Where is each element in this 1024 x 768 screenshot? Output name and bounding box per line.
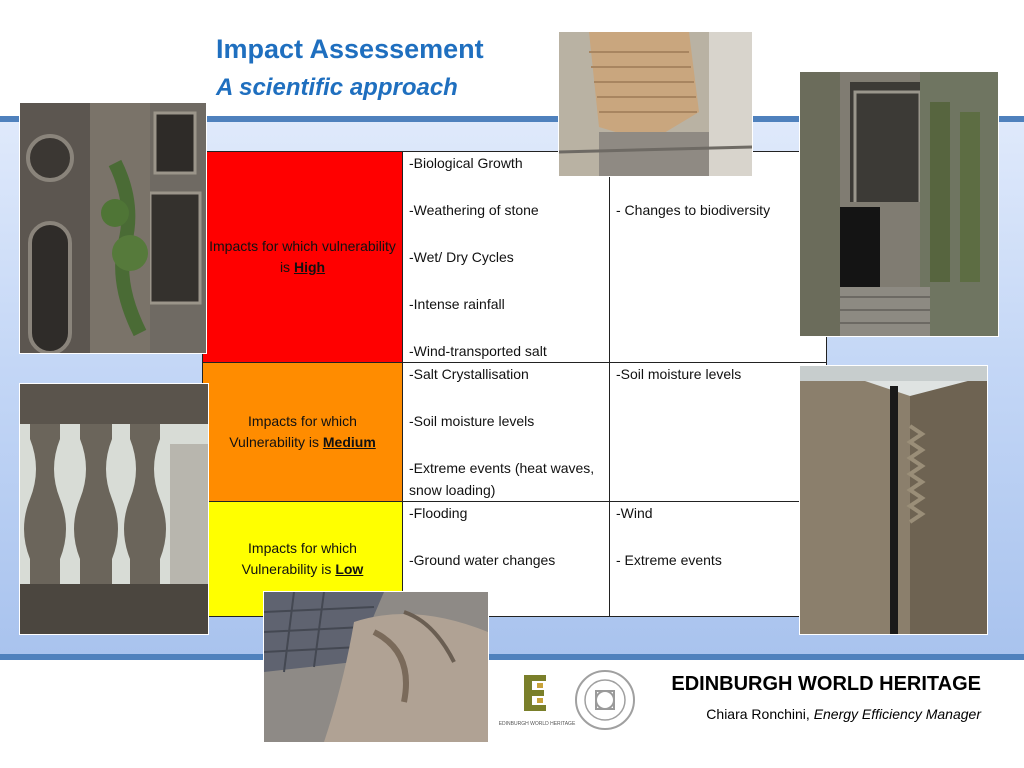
impact-list-cell: -Salt Crystallisation -Soil moisture lev… xyxy=(402,362,610,502)
slate-roof-photo xyxy=(264,592,488,742)
impact-list-cell: -Soil moisture levels xyxy=(609,362,827,502)
list-item: -Soil moisture levels xyxy=(616,366,742,382)
vulnerability-medium-cell: Impacts for which Vulnerability is Mediu… xyxy=(202,362,403,502)
balustrade-photo xyxy=(20,384,208,634)
list-item: -Weathering of stone xyxy=(409,202,539,218)
presenter-role: Energy Efficiency Manager xyxy=(813,706,981,722)
weathered-stone-photo xyxy=(559,32,752,176)
slide-title: Impact Assessement xyxy=(216,34,484,64)
level-label: High xyxy=(293,259,326,275)
list-item: -Extreme events (heat waves, snow loadin… xyxy=(409,460,595,498)
slide-subtitle: A scientific approach xyxy=(216,74,458,101)
impact-list-cell: -Wind - Extreme events xyxy=(609,501,827,617)
list-item: -Salt Crystallisation xyxy=(409,366,529,382)
presenter-name: Chiara Ronchini, xyxy=(706,706,810,722)
list-item: -Ground water changes xyxy=(409,552,556,568)
impact-table: Impacts for which vulnerability is High … xyxy=(202,151,827,617)
world-heritage-emblem-logo xyxy=(574,669,636,731)
list-item: - Changes to biodiversity xyxy=(616,202,771,218)
table-row: Impacts for which Vulnerability is Mediu… xyxy=(202,362,827,502)
table-row: Impacts for which vulnerability is High … xyxy=(202,151,827,363)
list-item: - Extreme events xyxy=(616,552,722,568)
logo-text: EDINBURGH WORLD HERITAGE xyxy=(499,721,576,727)
list-item: -Flooding xyxy=(409,505,468,521)
impact-list-cell: -Biological Growth -Weathering of stone … xyxy=(402,151,610,363)
mossy-entrance-photo xyxy=(800,72,998,336)
list-item: -Wind xyxy=(616,505,653,521)
corner-drainpipe-photo xyxy=(800,366,987,634)
edinburgh-world-heritage-logo: EDINBURGH WORLD HERITAGE xyxy=(497,671,577,731)
list-item: -Wet/ Dry Cycles xyxy=(409,249,514,265)
building-facade-photo xyxy=(20,103,206,353)
presenter-credit: Chiara Ronchini, Energy Efficiency Manag… xyxy=(706,706,981,722)
level-label: Low xyxy=(335,561,364,577)
organisation-name: EDINBURGH WORLD HERITAGE xyxy=(671,673,981,695)
impact-list-cell: - Changes to biodiversity xyxy=(609,151,827,363)
list-item: -Wind-transported salt xyxy=(409,343,547,359)
level-label: Medium xyxy=(322,434,376,450)
list-item: -Soil moisture levels xyxy=(409,413,535,429)
list-item: -Intense rainfall xyxy=(409,296,505,312)
vulnerability-high-cell: Impacts for which vulnerability is High xyxy=(202,151,403,363)
